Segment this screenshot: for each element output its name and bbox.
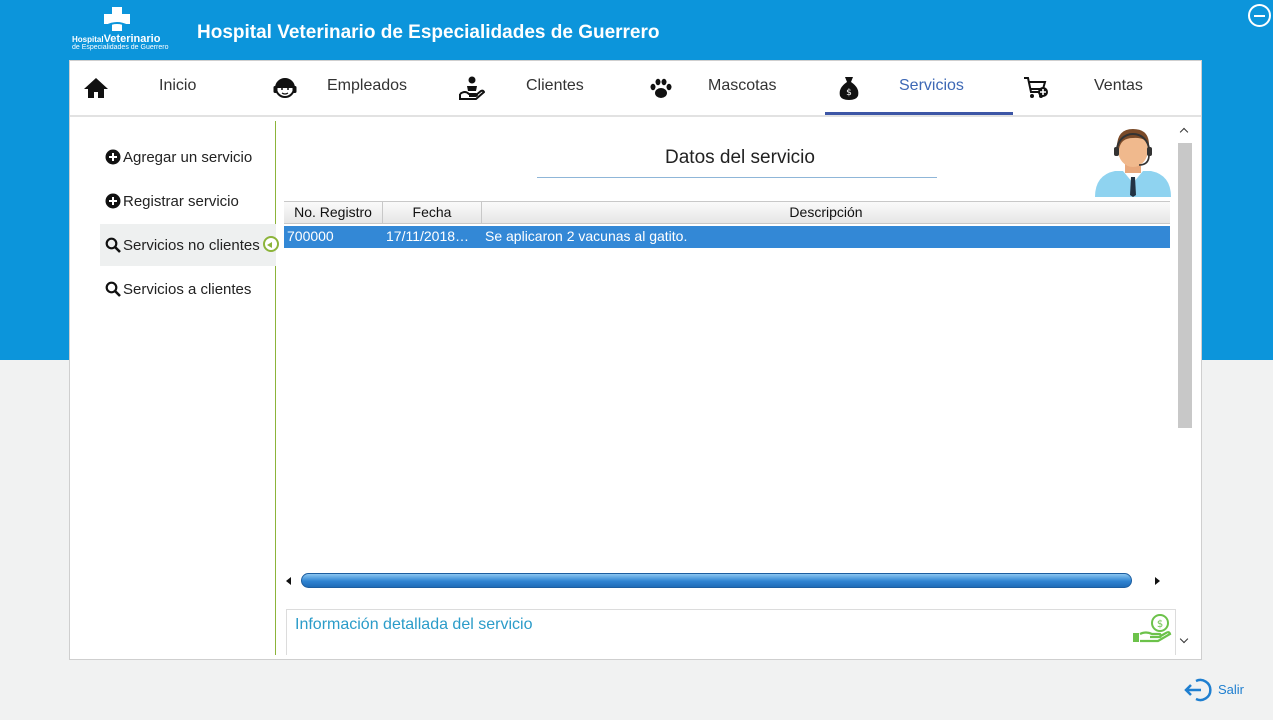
nav-label: Ventas (1094, 77, 1143, 94)
sidebar-item-agregar-servicio[interactable]: Agregar un servicio (100, 136, 276, 178)
agent-avatar-icon (1095, 129, 1171, 197)
column-header-registro[interactable]: No. Registro (284, 202, 383, 224)
nav-label: Empleados (327, 77, 408, 94)
column-header-descripcion[interactable]: Descripción (482, 202, 1170, 224)
svg-text:$: $ (846, 88, 852, 98)
sidebar-item-label: Servicios a clientes (123, 281, 252, 298)
table-cell: Se aplicaron 2 vacunas al gatito. (485, 228, 688, 244)
panel-title: Datos del servicio (665, 147, 815, 168)
svg-text:$: $ (1157, 619, 1163, 630)
cart-add-icon (1024, 77, 1048, 98)
table-row[interactable]: 700000 17/11/2018… Se aplicaron 2 vacuna… (284, 226, 1170, 248)
money-bag-icon: $ (839, 77, 859, 100)
sidebar-item-label: Servicios no clientes (123, 237, 260, 254)
service-panel: Datos del servicio No. Registro Fecha De… (277, 121, 1201, 655)
sidebar-item-label: Registrar servicio (123, 193, 239, 210)
logo-text-line2: de Especialidades de Guerrero (72, 44, 169, 51)
service-detail-section: Información detallada del servicio $ (286, 609, 1176, 655)
app-title: Hospital Veterinario de Especialidades d… (197, 22, 660, 43)
table-cell: 17/11/2018… (386, 228, 470, 244)
nav-item-inicio[interactable]: Inicio (70, 61, 260, 115)
active-tab-indicator (825, 112, 1013, 115)
scroll-up-icon[interactable] (1179, 127, 1189, 137)
services-table: No. Registro Fecha Descripción 700000 17… (284, 201, 1170, 581)
hospital-logo: HospitalVeterinario de Especialidades de… (70, 6, 170, 52)
main-window: Inicio Empleados Clientes Mascotas $ Ser… (69, 60, 1202, 660)
detail-section-title: Información detallada del servicio (295, 616, 533, 633)
sidebar-item-registrar-servicio[interactable]: Registrar servicio (100, 180, 276, 222)
helping-hand-icon (459, 76, 485, 100)
headset-person-icon (273, 78, 297, 98)
sidebar: Agregar un servicio Registrar servicio S… (70, 121, 276, 655)
minimize-button[interactable] (1248, 4, 1271, 27)
nav-item-servicios[interactable]: $ Servicios (825, 61, 1013, 115)
sidebar-item-label: Agregar un servicio (123, 149, 253, 166)
scroll-left-icon[interactable] (286, 577, 291, 585)
nav-item-mascotas[interactable]: Mascotas (640, 61, 825, 115)
vertical-scroll-thumb[interactable] (1178, 143, 1192, 428)
nav-item-ventas[interactable]: Ventas (1013, 61, 1201, 115)
scroll-down-icon[interactable] (1179, 634, 1189, 644)
money-hand-icon: $ (1133, 614, 1172, 643)
nav-label: Mascotas (708, 77, 777, 94)
medical-cross-icon (104, 7, 130, 31)
nav-item-empleados[interactable]: Empleados (260, 61, 450, 115)
title-divider (537, 177, 937, 178)
vertical-scrollbar[interactable] (1177, 125, 1193, 651)
plus-circle-icon (105, 149, 121, 165)
home-icon (84, 78, 108, 98)
paw-icon (650, 78, 672, 98)
search-icon (105, 237, 121, 253)
nav-label: Clientes (526, 77, 584, 94)
table-header: No. Registro Fecha Descripción (284, 202, 1170, 224)
sidebar-item-servicios-no-clientes[interactable]: Servicios no clientes (100, 224, 276, 266)
scroll-right-icon[interactable] (1155, 577, 1160, 585)
sidebar-item-servicios-clientes[interactable]: Servicios a clientes (100, 268, 276, 310)
exit-label: Salir (1218, 682, 1245, 697)
table-cell: 700000 (287, 228, 334, 244)
horizontal-scroll-thumb[interactable] (301, 573, 1132, 588)
column-header-fecha[interactable]: Fecha (383, 202, 482, 224)
nav-label: Servicios (899, 77, 964, 94)
nav-label: Inicio (159, 77, 197, 94)
nav-item-clientes[interactable]: Clientes (450, 61, 640, 115)
horizontal-scrollbar[interactable] (284, 571, 1170, 591)
search-icon (105, 281, 121, 297)
top-nav: Inicio Empleados Clientes Mascotas $ Ser… (70, 61, 1201, 117)
plus-circle-icon (105, 193, 121, 209)
exit-icon (1184, 678, 1212, 702)
